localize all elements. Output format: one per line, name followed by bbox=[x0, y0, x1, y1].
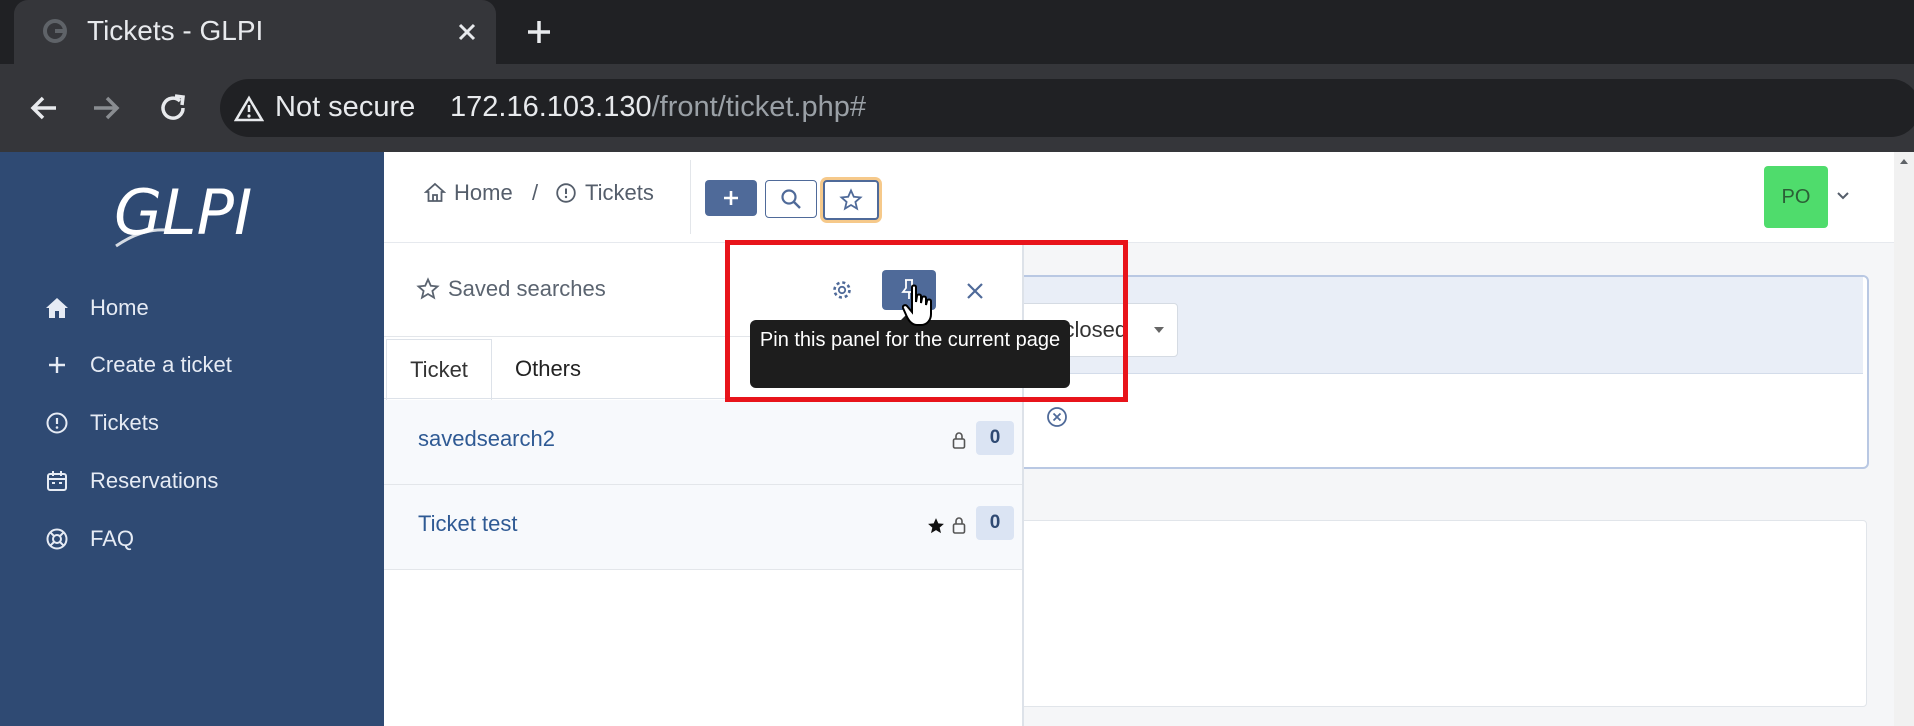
panel-title-label: Saved searches bbox=[448, 276, 606, 301]
breadcrumb-tickets[interactable]: Tickets bbox=[555, 180, 654, 206]
highlight-box bbox=[725, 240, 1128, 402]
url-path: /front/ticket.php# bbox=[651, 91, 866, 123]
sidebar-item-faq[interactable]: FAQ bbox=[40, 519, 134, 559]
avatar[interactable]: PO bbox=[1764, 166, 1828, 228]
breadcrumb-separator: / bbox=[532, 180, 539, 205]
glpi-logo-text: GLPI bbox=[114, 176, 252, 249]
new-tab-icon[interactable] bbox=[523, 16, 555, 48]
url-text[interactable]: 172.16.103.130/front/ticket.php# bbox=[450, 91, 866, 124]
list-item[interactable]: savedsearch2 0 bbox=[384, 400, 1022, 485]
panel-title: Saved searches bbox=[416, 276, 606, 302]
sidebar-item-label: Create a ticket bbox=[90, 352, 232, 377]
sidebar-item-reservations[interactable]: Reservations bbox=[40, 461, 218, 501]
saved-search-name[interactable]: Ticket test bbox=[418, 511, 517, 537]
home-icon bbox=[40, 295, 74, 321]
star-outline-icon bbox=[416, 277, 440, 301]
browser-tab-title: Tickets - GLPI bbox=[87, 15, 264, 46]
star-icon bbox=[839, 188, 863, 212]
calendar-icon bbox=[40, 468, 74, 494]
not-secure-label[interactable]: Not secure bbox=[275, 91, 415, 124]
add-button[interactable] bbox=[705, 180, 757, 216]
remove-criterion-icon[interactable] bbox=[1046, 406, 1068, 428]
warning-triangle-icon[interactable] bbox=[234, 95, 264, 123]
lock-icon bbox=[952, 516, 966, 534]
lifebuoy-icon bbox=[40, 526, 74, 552]
saved-search-name[interactable]: savedsearch2 bbox=[418, 426, 555, 452]
default-star-icon[interactable] bbox=[926, 516, 946, 536]
result-count-badge: 0 bbox=[976, 421, 1014, 455]
home-outline-icon bbox=[424, 182, 446, 204]
chevron-down-icon[interactable] bbox=[1836, 189, 1850, 203]
caret-down-icon bbox=[1153, 326, 1165, 334]
alert-circle-icon bbox=[40, 410, 74, 436]
tab-ticket[interactable]: Ticket bbox=[386, 339, 492, 400]
sidebar-item-label: Home bbox=[90, 295, 149, 320]
header-divider bbox=[690, 160, 691, 234]
url-host: 172.16.103.130 bbox=[450, 91, 652, 123]
back-arrow-icon[interactable] bbox=[28, 92, 60, 124]
sidebar-item-create-ticket[interactable]: Create a ticket bbox=[40, 345, 232, 385]
breadcrumb-tickets-label: Tickets bbox=[585, 180, 654, 205]
reload-icon[interactable] bbox=[156, 91, 190, 125]
add-icon bbox=[721, 188, 741, 208]
sidebar-item-tickets[interactable]: Tickets bbox=[40, 403, 159, 443]
search-icon bbox=[780, 188, 802, 210]
glpi-favicon-icon bbox=[42, 18, 68, 44]
result-count-badge: 0 bbox=[976, 506, 1014, 540]
tab-others[interactable]: Others bbox=[496, 339, 600, 399]
plus-icon bbox=[40, 352, 74, 378]
glpi-logo[interactable]: GLPI bbox=[108, 176, 278, 252]
forward-arrow-icon[interactable] bbox=[90, 92, 122, 124]
tab-close-icon[interactable] bbox=[452, 17, 482, 47]
breadcrumb-home[interactable]: Home bbox=[424, 180, 513, 206]
alert-circle-icon bbox=[555, 182, 577, 204]
results-card bbox=[960, 520, 1867, 707]
sidebar-item-label: Tickets bbox=[90, 410, 159, 435]
sidebar-item-home[interactable]: Home bbox=[40, 288, 149, 328]
search-button[interactable] bbox=[765, 180, 817, 218]
breadcrumb-home-label: Home bbox=[454, 180, 513, 205]
lock-icon bbox=[952, 431, 966, 449]
list-item[interactable]: Ticket test 0 bbox=[384, 485, 1022, 570]
saved-searches-button[interactable] bbox=[823, 180, 879, 220]
sidebar-item-label: Reservations bbox=[90, 468, 219, 493]
sidebar-item-label: FAQ bbox=[90, 526, 135, 551]
page-scrollbar[interactable] bbox=[1894, 152, 1914, 726]
